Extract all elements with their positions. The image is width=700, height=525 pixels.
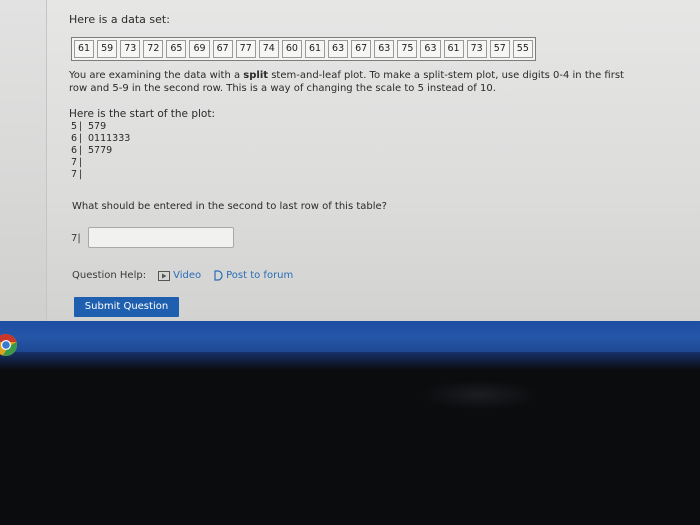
dataset-cell: 63 (374, 40, 395, 58)
bezel-reflection (420, 380, 540, 410)
plot-stem: 6 (71, 133, 78, 144)
chrome-browser-icon[interactable] (0, 333, 18, 357)
plot-leaves: 579 (88, 121, 107, 132)
video-link-label: Video (173, 270, 202, 281)
plot-separator: | (79, 145, 83, 156)
dataset-cell: 67 (351, 40, 372, 58)
plot-separator: | (79, 121, 83, 132)
instructions-bold: split (243, 70, 269, 81)
taskbar-shadow (0, 352, 700, 370)
dataset-cell: 73 (466, 40, 487, 58)
instructions-text: You are examining the data with a split … (69, 69, 629, 95)
submit-question-button[interactable]: Submit Question (74, 297, 179, 317)
dataset-cell: 63 (420, 40, 441, 58)
forum-post-icon (214, 270, 223, 281)
answer-row-label: 7| (71, 233, 81, 244)
plot-row: 6 | 5779 (71, 145, 130, 157)
dataset-table: 61 59 73 72 65 69 67 77 74 60 61 63 67 63 75 63 61 73 57 55 (71, 37, 536, 61)
stem-leaf-plot: 5 | 579 6 | 0111333 6 | 5779 7 | 7 | (71, 121, 130, 181)
intro-text: Here is a data set: (69, 13, 170, 26)
play-video-icon (158, 270, 171, 281)
dataset-cell: 77 (235, 40, 256, 58)
plot-stem: 5 (71, 121, 78, 132)
plot-leaves: 0111333 (88, 133, 131, 144)
dataset-cell: 60 (281, 40, 302, 58)
dataset-cell: 55 (512, 40, 533, 58)
plot-row: 7 | (71, 169, 130, 181)
dataset-cell: 61 (443, 40, 464, 58)
plot-separator: | (79, 169, 83, 180)
plot-heading: Here is the start of the plot: (69, 108, 216, 120)
dataset-cell: 61 (74, 40, 95, 58)
dataset-cell: 75 (397, 40, 418, 58)
dataset-cell: 57 (489, 40, 510, 58)
video-link[interactable]: Video (158, 270, 201, 281)
dataset-cell: 63 (328, 40, 349, 58)
question-text: What should be entered in the second to … (72, 201, 387, 212)
post-to-forum-label: Post to forum (226, 270, 294, 281)
plot-row: 7 | (71, 157, 130, 169)
plot-stem: 7 (71, 169, 78, 180)
dataset-cell: 67 (212, 40, 233, 58)
dataset-cell: 72 (143, 40, 164, 58)
plot-row: 6 | 0111333 (71, 133, 130, 145)
dataset-cell: 74 (258, 40, 279, 58)
plot-stem: 6 (71, 145, 78, 156)
question-help: Question Help: Video Post to forum (72, 270, 293, 281)
plot-separator: | (79, 133, 83, 144)
dataset-cell: 65 (166, 40, 187, 58)
dataset-cell: 59 (97, 40, 118, 58)
instructions-part1: You are examining the data with a (69, 70, 244, 81)
answer-input[interactable] (88, 227, 234, 248)
post-to-forum-link[interactable]: Post to forum (213, 270, 293, 281)
plot-stem: 7 (71, 157, 78, 168)
plot-leaves: 5779 (88, 145, 113, 156)
plot-separator: | (79, 157, 83, 168)
dataset-cell: 69 (189, 40, 210, 58)
browser-page: Here is a data set: 61 59 73 72 65 69 67 77 74 60… (0, 0, 700, 330)
dataset-cell: 61 (304, 40, 326, 58)
plot-row: 5 | 579 (71, 121, 130, 133)
question-help-label: Question Help: (72, 270, 147, 281)
photo-of-screen: Here is a data set: 61 59 73 72 65 69 67 77 74 60… (0, 0, 700, 525)
dataset-cell: 73 (120, 40, 141, 58)
